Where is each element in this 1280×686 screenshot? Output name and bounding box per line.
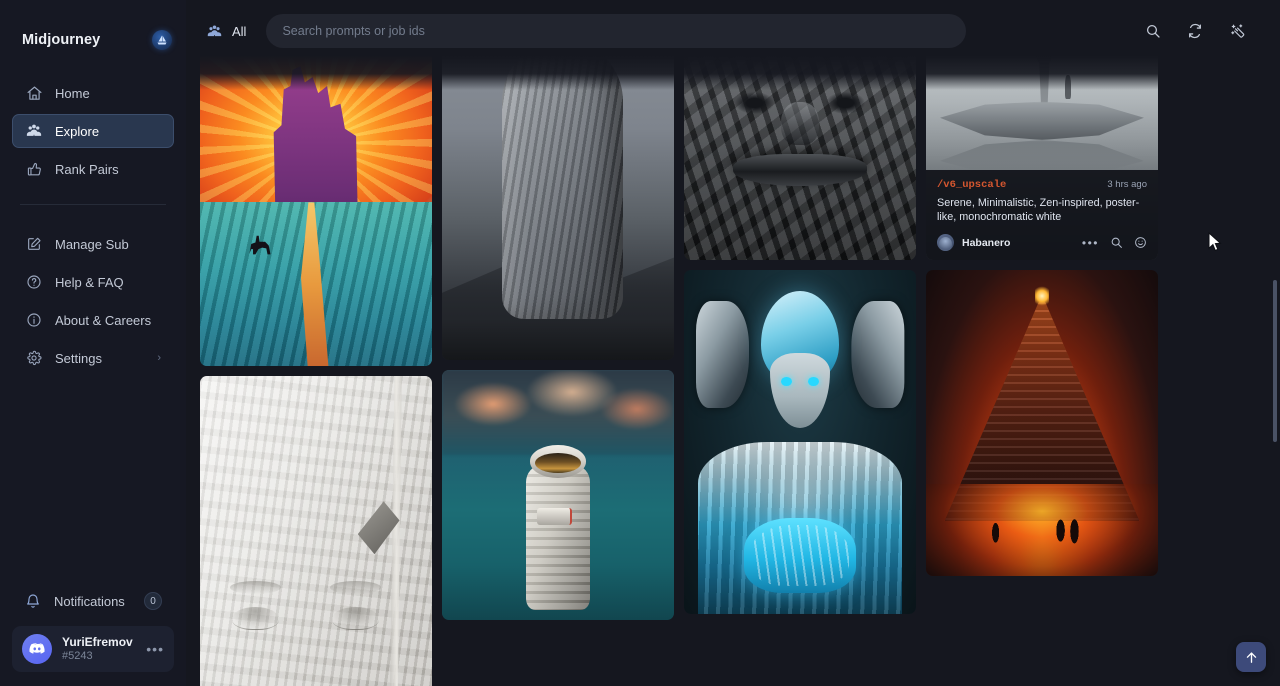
secondary-nav: Manage Sub Help & FAQ About & Careers Se… xyxy=(0,219,186,379)
image-card-hover-overlay: /v6_upscale 3 hrs ago Serene, Minimalist… xyxy=(926,170,1158,260)
filter-label: All xyxy=(232,24,246,39)
image-card-shrouded-figure[interactable] xyxy=(442,20,674,360)
sidebar-item-label: About & Careers xyxy=(55,313,151,328)
emoji-react-icon[interactable] xyxy=(1134,236,1147,249)
discord-avatar xyxy=(22,634,52,664)
overlay-meta-row: /v6_upscale 3 hrs ago xyxy=(937,179,1147,191)
primary-nav: Home Explore Rank Pairs xyxy=(0,68,186,190)
explore-group-icon xyxy=(25,122,43,140)
image-card-stone-face-relief[interactable] xyxy=(684,20,916,260)
gallery-column-3 xyxy=(684,0,916,686)
more-options-icon[interactable]: ••• xyxy=(1082,237,1099,249)
refresh-icon[interactable] xyxy=(1182,18,1208,44)
scroll-to-top-button[interactable] xyxy=(1236,642,1266,672)
image-card-underwater-astronaut[interactable] xyxy=(442,370,674,620)
midjourney-app: Midjourney Home Explore xyxy=(0,0,1280,686)
job-prompt-text: Serene, Minimalistic, Zen-inspired, post… xyxy=(937,196,1147,225)
thumbs-up-icon xyxy=(25,161,43,178)
author-name[interactable]: Habanero xyxy=(962,237,1010,249)
brand-header: Midjourney xyxy=(0,12,186,68)
sparkle-wand-icon[interactable] xyxy=(1224,18,1250,44)
sidebar-item-manage-sub[interactable]: Manage Sub xyxy=(12,227,174,261)
artwork-thumbnail xyxy=(442,370,674,620)
edit-square-icon xyxy=(25,236,43,252)
user-name: YuriEfremov xyxy=(62,635,133,650)
brand-name: Midjourney xyxy=(22,32,100,48)
info-circle-icon xyxy=(25,312,43,328)
gear-icon xyxy=(25,350,43,366)
sidebar-item-label: Help & FAQ xyxy=(55,275,124,290)
sail-boat-icon[interactable] xyxy=(152,30,172,50)
job-timestamp: 3 hrs ago xyxy=(1107,179,1147,190)
sidebar-item-label: Settings xyxy=(55,351,102,366)
top-toolbar-inner: All xyxy=(186,14,1256,48)
vertical-scrollbar[interactable] xyxy=(1273,280,1277,442)
user-more-icon[interactable]: ••• xyxy=(146,642,164,656)
artwork-thumbnail xyxy=(442,0,674,10)
image-card-bw-branches[interactable] xyxy=(684,0,916,10)
home-icon xyxy=(25,85,43,102)
sidebar-item-home[interactable]: Home xyxy=(12,76,174,110)
image-card-cyborg-woman[interactable] xyxy=(684,270,916,614)
explore-group-icon xyxy=(206,23,223,40)
job-command-label[interactable]: /v6_upscale xyxy=(937,179,1006,191)
image-card-white-stone-face[interactable] xyxy=(200,376,432,686)
artwork-thumbnail xyxy=(684,20,916,260)
artwork-thumbnail xyxy=(684,270,916,614)
overlay-author-row: Habanero ••• xyxy=(937,234,1147,251)
author-avatar xyxy=(937,234,954,251)
sidebar-item-settings[interactable]: Settings › xyxy=(12,341,174,375)
user-account-card[interactable]: YuriEfremov #5243 ••• xyxy=(12,626,174,672)
user-tag: #5243 xyxy=(62,650,133,664)
sidebar-item-help-faq[interactable]: Help & FAQ xyxy=(12,265,174,299)
gallery-column-4: /v6_upscale 3 hrs ago Serene, Minimalist… xyxy=(926,0,1158,686)
artwork-thumbnail xyxy=(684,0,916,10)
search-bar[interactable] xyxy=(266,14,966,48)
artwork-thumbnail xyxy=(200,376,432,686)
gallery-column-1 xyxy=(200,0,432,686)
image-card-mesa-castle-rider[interactable] xyxy=(200,0,432,366)
artwork-thumbnail xyxy=(926,0,1158,10)
sidebar-item-rank-pairs[interactable]: Rank Pairs xyxy=(12,152,174,186)
sidebar-item-label: Explore xyxy=(55,124,99,139)
sidebar-item-about-careers[interactable]: About & Careers xyxy=(12,303,174,337)
chevron-right-icon: › xyxy=(157,352,161,364)
toolbar-actions xyxy=(1140,18,1256,44)
search-input[interactable] xyxy=(282,24,950,38)
artwork-thumbnail xyxy=(926,270,1158,576)
sidebar-divider xyxy=(20,204,166,205)
question-circle-icon xyxy=(25,274,43,290)
user-meta: YuriEfremov #5243 xyxy=(62,635,133,664)
notifications-label: Notifications xyxy=(54,594,125,609)
artwork-thumbnail xyxy=(442,20,674,360)
zoom-search-icon[interactable] xyxy=(1110,236,1123,249)
filter-all-button[interactable]: All xyxy=(200,16,252,46)
artwork-thumbnail xyxy=(200,0,432,366)
image-card-fog-figure[interactable] xyxy=(442,0,674,10)
search-icon[interactable] xyxy=(1140,18,1166,44)
image-card-bw-tree[interactable] xyxy=(926,0,1158,10)
notifications-count-badge: 0 xyxy=(144,592,162,610)
main-content: /v6_upscale 3 hrs ago Serene, Minimalist… xyxy=(186,0,1280,686)
sidebar-item-label: Home xyxy=(55,86,90,101)
image-card-burning-pyramid[interactable] xyxy=(926,270,1158,576)
notifications-item[interactable]: Notifications 0 xyxy=(12,584,174,618)
sidebar-item-explore[interactable]: Explore xyxy=(12,114,174,148)
image-card-monolith-reflection[interactable]: /v6_upscale 3 hrs ago Serene, Minimalist… xyxy=(926,20,1158,260)
image-gallery-grid: /v6_upscale 3 hrs ago Serene, Minimalist… xyxy=(186,0,1280,686)
sidebar: Midjourney Home Explore xyxy=(0,0,186,686)
overlay-actions: ••• xyxy=(1082,236,1147,249)
bell-icon xyxy=(24,593,42,609)
gallery-column-2 xyxy=(442,0,674,686)
sidebar-item-label: Manage Sub xyxy=(55,237,129,252)
sidebar-spacer xyxy=(0,379,186,584)
sidebar-item-label: Rank Pairs xyxy=(55,162,119,177)
